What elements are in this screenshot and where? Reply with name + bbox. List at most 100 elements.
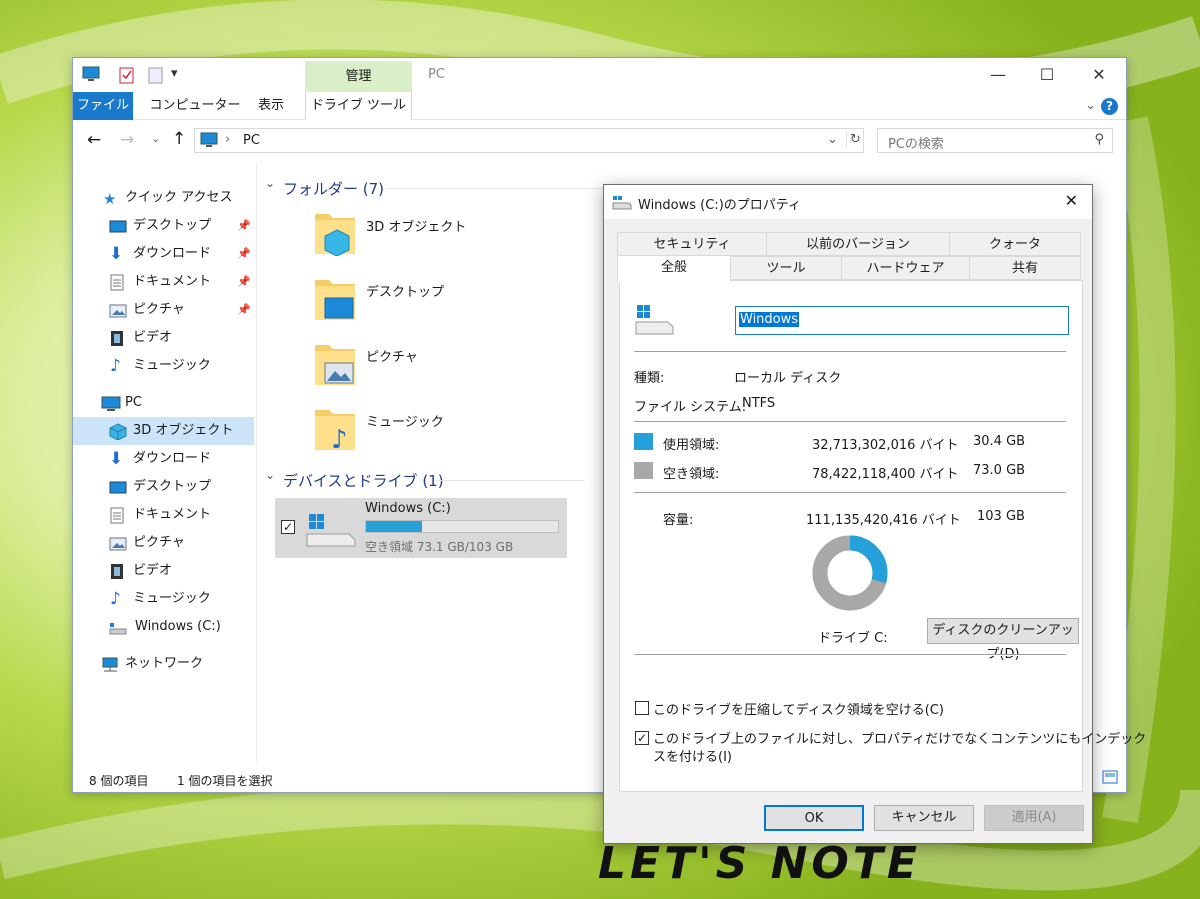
nav-desktop[interactable]: デスクトップ 📌 [73,212,257,240]
nav-windows-c[interactable]: Windows (C:) [73,613,257,641]
free-bytes: 78,422,118,400 バイト [812,467,959,482]
nav-label: ピクチャ [133,302,185,317]
drive-label-selected-text: Windows [739,312,800,327]
tab-hardware[interactable]: ハードウェア [841,256,970,280]
general-tab-page: Windows 種類: ローカル ディスク ファイル システム: NTFS 使用… [619,280,1146,792]
tab-tools[interactable]: ツール [730,256,842,280]
compress-label: このドライブを圧縮してディスク領域を空ける(C) [653,703,944,718]
tab-computer[interactable]: コンピューター [145,92,245,120]
forward-icon[interactable]: → [120,130,134,150]
cancel-button[interactable]: キャンセル [874,805,974,831]
nav-pc-downloads[interactable]: ⬇ ダウンロード [73,445,257,473]
tab-sharing[interactable]: 共有 [969,256,1081,280]
folders-header[interactable]: フォルダー (7) [283,178,384,199]
folder-label: ピクチャ [366,350,418,365]
tab-general[interactable]: 全般 [617,255,731,282]
tab-drive-tools[interactable]: ドライブ ツール [305,92,412,120]
tab-file[interactable]: ファイル [73,92,133,120]
folder-label: デスクトップ [366,285,445,300]
nav-pc-videos[interactable]: ビデオ [73,557,257,585]
nav-quick-access[interactable]: ★ クイック アクセス [73,184,257,212]
tab-previous-versions[interactable]: 以前のバージョン [766,232,950,256]
devices-header[interactable]: デバイスとドライブ (1) [283,470,444,491]
customize-quick-access-icon[interactable]: ▾ [171,66,178,84]
usage-donut-chart [812,535,888,611]
recent-locations-icon[interactable]: ⌄ [151,132,160,145]
address-row: ← → ⌄ ↑ › PC ⌄ ↻ PCの検索 ⚲ [73,121,1126,161]
free-label: 空き領域: [663,467,720,482]
star-icon: ★ [103,190,117,208]
drive-icon [109,619,127,635]
computer-icon[interactable] [82,66,100,84]
drive-name: Windows (C:) [365,501,451,516]
nav-network[interactable]: ネットワーク [73,650,257,678]
nav-pc-desktop[interactable]: デスクトップ [73,473,257,501]
chevron-down-icon[interactable]: ⌄ [827,132,838,147]
nav-pc-music[interactable]: ♪ ミュージック [73,585,257,613]
folder-3d-objects-icon[interactable] [313,210,357,257]
search-input[interactable]: PCの検索 ⚲ [877,128,1113,153]
title-bar: ▾ 管理 PC — ☐ ✕ [73,58,1126,93]
address-bar[interactable]: › PC ⌄ ↻ [194,128,864,153]
close-icon[interactable]: ✕ [1065,191,1078,210]
network-icon [101,656,119,672]
drive-select-checkbox[interactable]: ✓ [281,520,295,534]
pin-icon: 📌 [237,247,251,260]
divider [435,480,585,481]
music-icon: ♪ [110,356,121,376]
drive-tile-windows-c[interactable]: ✓ Windows (C:) 空き領域 73.1 GB/103 GB [275,498,567,558]
compress-checkbox[interactable] [635,701,649,715]
navigation-pane: ★ クイック アクセス デスクトップ 📌 ⬇ ダウンロード 📌 ドキュメント 📌 ピク… [73,162,257,762]
download-icon: ⬇ [109,244,124,264]
search-icon: ⚲ [1094,132,1104,147]
dialog-title-bar: Windows (C:)のプロパティ ✕ [604,185,1092,219]
maximize-icon[interactable]: ☐ [1024,62,1070,88]
tab-quota[interactable]: クォータ [949,232,1081,256]
tab-security[interactable]: セキュリティ [617,232,767,256]
devices-chevron-icon[interactable]: ⌄ [265,468,275,483]
lets-note-logo: LET'S NOTE [598,838,921,889]
back-icon[interactable]: ← [87,130,101,150]
up-icon[interactable]: ↑ [172,129,186,149]
nav-pc[interactable]: PC [73,389,257,417]
folder-desktop-icon[interactable] [313,276,357,322]
refresh-icon[interactable]: ↻ [846,132,861,147]
help-icon[interactable]: ? [1101,98,1118,115]
nav-label: ダウンロード [133,451,212,466]
index-checkbox[interactable]: ✓ [635,731,649,745]
document-icon [109,507,127,524]
nav-3d-objects[interactable]: 3D オブジェクト [73,417,254,445]
large-icons-view-icon[interactable] [1102,770,1118,787]
hard-drive-icon [305,512,357,552]
nav-label: Windows (C:) [135,619,221,634]
divider [388,188,618,189]
nav-documents[interactable]: ドキュメント 📌 [73,268,257,296]
drive-letter-label: ドライブ C: [818,631,888,646]
close-icon[interactable]: ✕ [1076,62,1122,88]
nav-videos[interactable]: ビデオ [73,324,257,352]
properties-icon[interactable] [119,66,135,84]
nav-pc-pictures[interactable]: ピクチャ [73,529,257,557]
used-label: 使用領域: [663,438,720,453]
nav-label: ミュージック [133,591,211,606]
folders-chevron-icon[interactable]: ⌄ [265,176,275,191]
manage-label: 管理 [345,69,372,84]
nav-pc-documents[interactable]: ドキュメント [73,501,257,529]
apply-button[interactable]: 適用(A) [984,805,1084,831]
nav-pictures[interactable]: ピクチャ 📌 [73,296,257,324]
nav-label: PC [125,395,142,410]
video-icon [109,330,127,346]
nav-downloads[interactable]: ⬇ ダウンロード 📌 [73,240,257,268]
tab-view[interactable]: 表示 [249,92,293,120]
item-count: 8 個の項目 [89,774,149,788]
minimize-icon[interactable]: — [975,62,1021,88]
disk-cleanup-button[interactable]: ディスクのクリーンアップ(D) [927,618,1079,662]
nav-music[interactable]: ♪ ミュージック [73,352,257,380]
folder-music-icon[interactable]: ♪ [313,406,357,455]
new-folder-icon[interactable] [148,66,164,84]
folder-label: 3D オブジェクト [366,220,467,235]
folder-pictures-icon[interactable] [313,341,357,387]
expand-ribbon-icon[interactable]: ⌄ [1085,98,1096,113]
nav-label: ビデオ [133,563,173,578]
ok-button[interactable]: OK [764,805,864,831]
